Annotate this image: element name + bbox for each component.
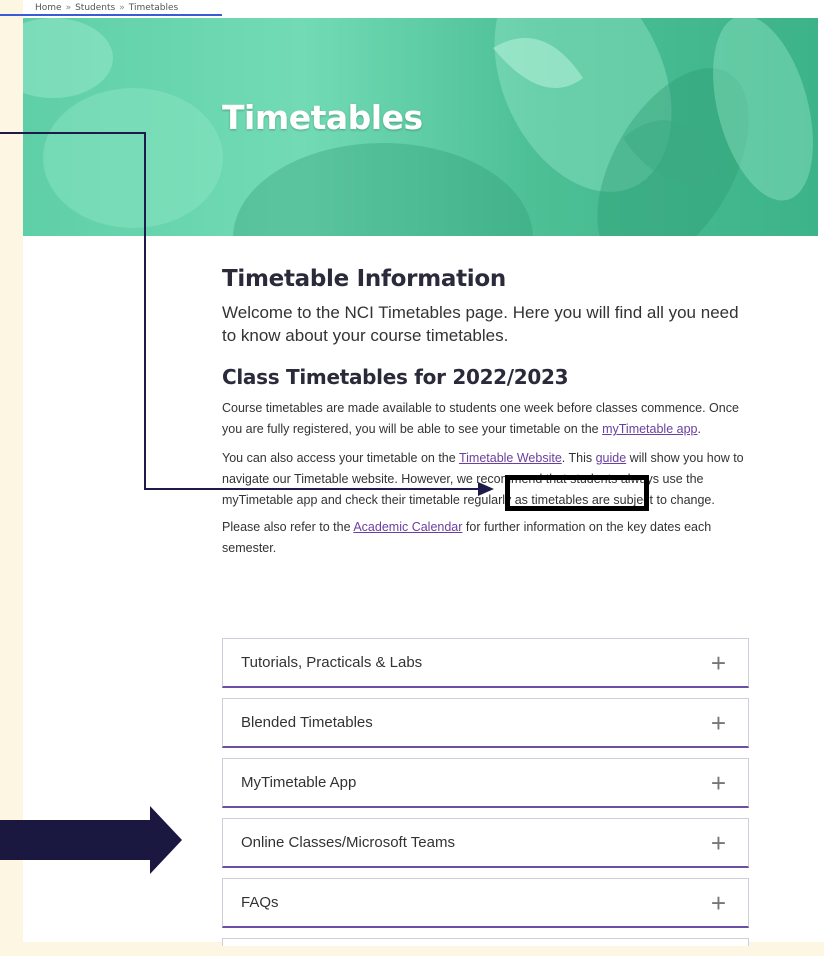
annotation-connector-line bbox=[0, 132, 478, 490]
annotation-arrowhead-small bbox=[478, 482, 494, 496]
annotation-big-arrow bbox=[0, 806, 182, 874]
annotation-overlay bbox=[0, 132, 494, 874]
